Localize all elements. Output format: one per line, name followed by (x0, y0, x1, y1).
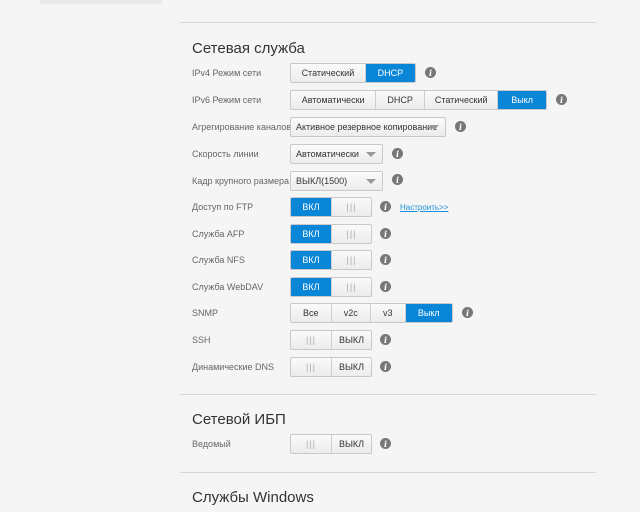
toggle-grip-icon: ||| (305, 335, 316, 345)
info-icon[interactable]: i (556, 94, 567, 105)
ftp-toggle[interactable]: ВКЛ ||| (290, 197, 372, 217)
ssh-toggle[interactable]: ||| ВЫКЛ (290, 330, 372, 350)
section-divider (180, 394, 596, 395)
nfs-label: Служба NFS (192, 255, 245, 265)
toggle-grip-icon: ||| (331, 225, 371, 243)
ddns-label: Динамические DNS (192, 362, 274, 372)
aggregation-label: Агрегирование каналов (192, 122, 292, 132)
chevron-down-icon (366, 152, 376, 157)
ipv6-mode-label: IPv6 Режим сети (192, 95, 262, 105)
section-title-ups: Сетевой ИБП (192, 411, 286, 428)
toggle-on-label: ВКЛ (291, 225, 331, 243)
toggle-on-label: ВКЛ (291, 251, 331, 269)
ssh-label: SSH (192, 335, 211, 345)
toggle-grip-icon: ||| (305, 439, 316, 449)
snmp-option-off[interactable]: Выкл (405, 304, 452, 322)
toggle-off-label: ВЫКЛ (331, 358, 371, 376)
info-icon[interactable]: i (455, 121, 466, 132)
section-divider (180, 472, 596, 473)
snmp-option-all[interactable]: Все (291, 304, 332, 322)
ftp-configure-link[interactable]: Настроить>> (400, 203, 448, 212)
toggle-off-label: ВЫКЛ (331, 331, 371, 349)
jumbo-frame-select[interactable]: ВЫКЛ(1500) (290, 171, 383, 191)
chevron-down-icon (366, 179, 376, 184)
ipv4-mode-label: IPv4 Режим сети (192, 68, 262, 78)
ipv4-option-static[interactable]: Статический (291, 64, 366, 82)
ipv6-option-static[interactable]: Статический (424, 91, 499, 109)
info-icon[interactable]: i (392, 148, 403, 159)
ipv6-option-dhcp[interactable]: DHCP (376, 91, 425, 109)
jumbo-frame-select-value: ВЫКЛ(1500) (296, 176, 348, 186)
ipv6-option-auto[interactable]: Автоматически (291, 91, 377, 109)
toggle-grip-icon: ||| (331, 251, 371, 269)
info-icon[interactable]: i (380, 438, 391, 449)
toggle-on-label: ВКЛ (291, 278, 331, 296)
snmp-label: SNMP (192, 308, 219, 318)
webdav-toggle[interactable]: ВКЛ ||| (290, 277, 372, 297)
ftp-label: Доступ по FTP (192, 202, 254, 212)
info-icon[interactable]: i (380, 228, 391, 239)
toggle-off-label: ВЫКЛ (331, 435, 371, 453)
ddns-toggle[interactable]: ||| ВЫКЛ (290, 357, 372, 377)
line-speed-select[interactable]: Автоматически (290, 144, 383, 164)
ups-slave-toggle[interactable]: ||| ВЫКЛ (290, 434, 372, 454)
ipv4-mode-segmented: Статический DHCP (290, 63, 416, 83)
snmp-option-v2c[interactable]: v2c (331, 304, 372, 322)
line-speed-select-value: Автоматически (296, 149, 359, 159)
snmp-option-v3[interactable]: v3 (371, 304, 406, 322)
ipv6-mode-segmented: Автоматически DHCP Статический Выкл (290, 90, 547, 110)
section-divider (180, 22, 596, 23)
line-speed-label: Скорость линии (192, 149, 259, 159)
toggle-on-label: ВКЛ (291, 198, 331, 216)
section-title-windows: Службы Windows (192, 489, 314, 506)
info-icon[interactable]: i (380, 361, 391, 372)
section-title-network: Сетевая служба (192, 40, 305, 57)
info-icon[interactable]: i (380, 281, 391, 292)
afp-toggle[interactable]: ВКЛ ||| (290, 224, 372, 244)
snmp-segmented: Все v2c v3 Выкл (290, 303, 453, 323)
jumbo-frame-label: Кадр крупного размера (192, 176, 290, 186)
webdav-label: Служба WebDAV (192, 282, 264, 292)
ipv6-option-off[interactable]: Выкл (498, 91, 546, 109)
ups-slave-label: Ведомый (192, 439, 231, 449)
toggle-grip-icon: ||| (331, 278, 371, 296)
left-sidebar-panel (40, 0, 162, 4)
toggle-grip-icon: ||| (331, 198, 371, 216)
chevron-down-icon (429, 125, 439, 130)
nfs-toggle[interactable]: ВКЛ ||| (290, 250, 372, 270)
info-icon[interactable]: i (380, 334, 391, 345)
info-icon[interactable]: i (425, 67, 436, 78)
aggregation-select[interactable]: Активное резервное копирование (290, 117, 446, 137)
info-icon[interactable]: i (392, 174, 403, 185)
info-icon[interactable]: i (462, 307, 473, 318)
info-icon[interactable]: i (380, 254, 391, 265)
info-icon[interactable]: i (380, 201, 391, 212)
aggregation-select-value: Активное резервное копирование (296, 122, 438, 132)
toggle-grip-icon: ||| (305, 362, 316, 372)
afp-label: Служба AFP (192, 229, 245, 239)
ipv4-option-dhcp[interactable]: DHCP (365, 64, 415, 82)
